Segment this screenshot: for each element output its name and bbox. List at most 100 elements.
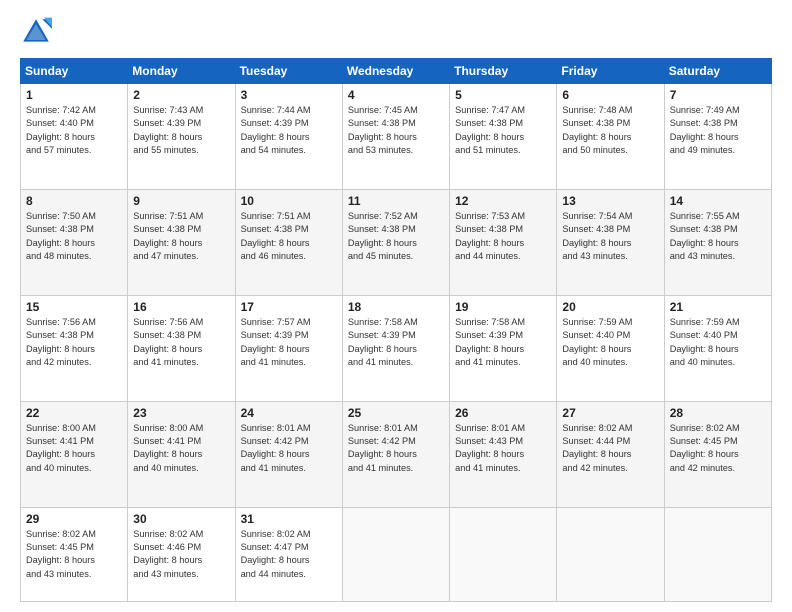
logo — [20, 16, 56, 48]
day-cell: 13 Sunrise: 7:54 AMSunset: 4:38 PMDayligh… — [557, 189, 664, 295]
day-cell: 4 Sunrise: 7:45 AMSunset: 4:38 PMDaylight… — [342, 84, 449, 190]
calendar-table: SundayMondayTuesdayWednesdayThursdayFrid… — [20, 58, 772, 602]
day-info: Sunrise: 7:52 AMSunset: 4:38 PMDaylight:… — [348, 210, 444, 263]
day-cell: 22 Sunrise: 8:00 AMSunset: 4:41 PMDayligh… — [21, 401, 128, 507]
week-row-4: 22 Sunrise: 8:00 AMSunset: 4:41 PMDayligh… — [21, 401, 772, 507]
day-cell: 8 Sunrise: 7:50 AMSunset: 4:38 PMDaylight… — [21, 189, 128, 295]
day-number: 22 — [26, 406, 122, 420]
day-number: 26 — [455, 406, 551, 420]
weekday-header-sunday: Sunday — [21, 59, 128, 84]
day-cell: 5Sunrise: 7:47 AMSunset: 4:38 PMDaylight… — [450, 84, 557, 190]
day-number: 3 — [241, 88, 337, 102]
day-number: 17 — [241, 300, 337, 314]
day-info: Sunrise: 7:58 AMSunset: 4:39 PMDaylight:… — [348, 316, 444, 369]
day-info: Sunrise: 7:50 AMSunset: 4:38 PMDaylight:… — [26, 210, 122, 263]
day-number: 23 — [133, 406, 229, 420]
day-info: Sunrise: 7:42 AMSunset: 4:40 PMDaylight:… — [26, 104, 122, 157]
day-cell — [450, 507, 557, 601]
day-info: Sunrise: 7:51 AMSunset: 4:38 PMDaylight:… — [241, 210, 337, 263]
day-number: 19 — [455, 300, 551, 314]
day-number: 14 — [670, 194, 766, 208]
day-cell: 21 Sunrise: 7:59 AMSunset: 4:40 PMDayligh… — [664, 295, 771, 401]
day-number: 4 — [348, 88, 444, 102]
day-number: 10 — [241, 194, 337, 208]
day-info: Sunrise: 7:45 AMSunset: 4:38 PMDaylight:… — [348, 104, 444, 157]
day-number: 25 — [348, 406, 444, 420]
day-cell: 6Sunrise: 7:48 AMSunset: 4:38 PMDaylight… — [557, 84, 664, 190]
day-info: Sunrise: 8:02 AMSunset: 4:45 PMDaylight:… — [670, 422, 766, 475]
day-number: 31 — [241, 512, 337, 526]
day-cell: 12Sunrise: 7:53 AMSunset: 4:38 PMDayligh… — [450, 189, 557, 295]
day-info: Sunrise: 8:02 AMSunset: 4:45 PMDaylight:… — [26, 528, 122, 581]
weekday-header-monday: Monday — [128, 59, 235, 84]
day-cell: 11 Sunrise: 7:52 AMSunset: 4:38 PMDayligh… — [342, 189, 449, 295]
weekday-header-wednesday: Wednesday — [342, 59, 449, 84]
day-number: 21 — [670, 300, 766, 314]
day-cell: 7Sunrise: 7:49 AMSunset: 4:38 PMDaylight… — [664, 84, 771, 190]
logo-icon — [20, 16, 52, 48]
week-row-1: 1 Sunrise: 7:42 AMSunset: 4:40 PMDaylight… — [21, 84, 772, 190]
day-cell — [664, 507, 771, 601]
day-info: Sunrise: 8:01 AMSunset: 4:42 PMDaylight:… — [241, 422, 337, 475]
day-number: 7 — [670, 88, 766, 102]
day-number: 15 — [26, 300, 122, 314]
day-cell: 10 Sunrise: 7:51 AMSunset: 4:38 PMDayligh… — [235, 189, 342, 295]
weekday-header-row: SundayMondayTuesdayWednesdayThursdayFrid… — [21, 59, 772, 84]
day-number: 30 — [133, 512, 229, 526]
page: SundayMondayTuesdayWednesdayThursdayFrid… — [0, 0, 792, 612]
day-number: 13 — [562, 194, 658, 208]
day-cell: 20 Sunrise: 7:59 AMSunset: 4:40 PMDayligh… — [557, 295, 664, 401]
day-info: Sunrise: 8:02 AMSunset: 4:46 PMDaylight:… — [133, 528, 229, 581]
day-cell: 19 Sunrise: 7:58 AMSunset: 4:39 PMDayligh… — [450, 295, 557, 401]
day-cell: 23 Sunrise: 8:00 AMSunset: 4:41 PMDayligh… — [128, 401, 235, 507]
day-number: 20 — [562, 300, 658, 314]
day-info: Sunrise: 8:01 AMSunset: 4:42 PMDaylight:… — [348, 422, 444, 475]
day-cell — [557, 507, 664, 601]
day-cell: 30 Sunrise: 8:02 AMSunset: 4:46 PMDayligh… — [128, 507, 235, 601]
day-number: 27 — [562, 406, 658, 420]
day-number: 29 — [26, 512, 122, 526]
day-number: 5 — [455, 88, 551, 102]
day-cell: 14 Sunrise: 7:55 AMSunset: 4:38 PMDayligh… — [664, 189, 771, 295]
day-cell: 26 Sunrise: 8:01 AMSunset: 4:43 PMDayligh… — [450, 401, 557, 507]
day-info: Sunrise: 8:00 AMSunset: 4:41 PMDaylight:… — [133, 422, 229, 475]
day-info: Sunrise: 8:01 AMSunset: 4:43 PMDaylight:… — [455, 422, 551, 475]
day-number: 18 — [348, 300, 444, 314]
day-cell: 17 Sunrise: 7:57 AMSunset: 4:39 PMDayligh… — [235, 295, 342, 401]
day-number: 1 — [26, 88, 122, 102]
day-cell: 31 Sunrise: 8:02 AMSunset: 4:47 PMDayligh… — [235, 507, 342, 601]
day-info: Sunrise: 7:48 AMSunset: 4:38 PMDaylight:… — [562, 104, 658, 157]
day-info: Sunrise: 7:58 AMSunset: 4:39 PMDaylight:… — [455, 316, 551, 369]
day-number: 11 — [348, 194, 444, 208]
day-number: 24 — [241, 406, 337, 420]
day-info: Sunrise: 8:00 AMSunset: 4:41 PMDaylight:… — [26, 422, 122, 475]
day-info: Sunrise: 7:55 AMSunset: 4:38 PMDaylight:… — [670, 210, 766, 263]
weekday-header-thursday: Thursday — [450, 59, 557, 84]
day-cell: 24 Sunrise: 8:01 AMSunset: 4:42 PMDayligh… — [235, 401, 342, 507]
day-cell: 9Sunrise: 7:51 AMSunset: 4:38 PMDaylight… — [128, 189, 235, 295]
day-info: Sunrise: 7:54 AMSunset: 4:38 PMDaylight:… — [562, 210, 658, 263]
day-cell: 27 Sunrise: 8:02 AMSunset: 4:44 PMDayligh… — [557, 401, 664, 507]
header — [20, 16, 772, 48]
weekday-header-saturday: Saturday — [664, 59, 771, 84]
day-info: Sunrise: 7:51 AMSunset: 4:38 PMDaylight:… — [133, 210, 229, 263]
week-row-5: 29 Sunrise: 8:02 AMSunset: 4:45 PMDayligh… — [21, 507, 772, 601]
day-cell: 29 Sunrise: 8:02 AMSunset: 4:45 PMDayligh… — [21, 507, 128, 601]
day-cell: 2 Sunrise: 7:43 AMSunset: 4:39 PMDaylight… — [128, 84, 235, 190]
day-number: 16 — [133, 300, 229, 314]
day-number: 8 — [26, 194, 122, 208]
day-number: 28 — [670, 406, 766, 420]
day-info: Sunrise: 7:53 AMSunset: 4:38 PMDaylight:… — [455, 210, 551, 263]
weekday-header-friday: Friday — [557, 59, 664, 84]
day-info: Sunrise: 7:43 AMSunset: 4:39 PMDaylight:… — [133, 104, 229, 157]
day-number: 2 — [133, 88, 229, 102]
week-row-3: 15Sunrise: 7:56 AMSunset: 4:38 PMDayligh… — [21, 295, 772, 401]
day-info: Sunrise: 7:59 AMSunset: 4:40 PMDaylight:… — [670, 316, 766, 369]
day-info: Sunrise: 7:44 AMSunset: 4:39 PMDaylight:… — [241, 104, 337, 157]
day-info: Sunrise: 8:02 AMSunset: 4:44 PMDaylight:… — [562, 422, 658, 475]
day-info: Sunrise: 7:59 AMSunset: 4:40 PMDaylight:… — [562, 316, 658, 369]
day-info: Sunrise: 8:02 AMSunset: 4:47 PMDaylight:… — [241, 528, 337, 581]
weekday-header-tuesday: Tuesday — [235, 59, 342, 84]
day-cell: 28 Sunrise: 8:02 AMSunset: 4:45 PMDayligh… — [664, 401, 771, 507]
day-info: Sunrise: 7:57 AMSunset: 4:39 PMDaylight:… — [241, 316, 337, 369]
